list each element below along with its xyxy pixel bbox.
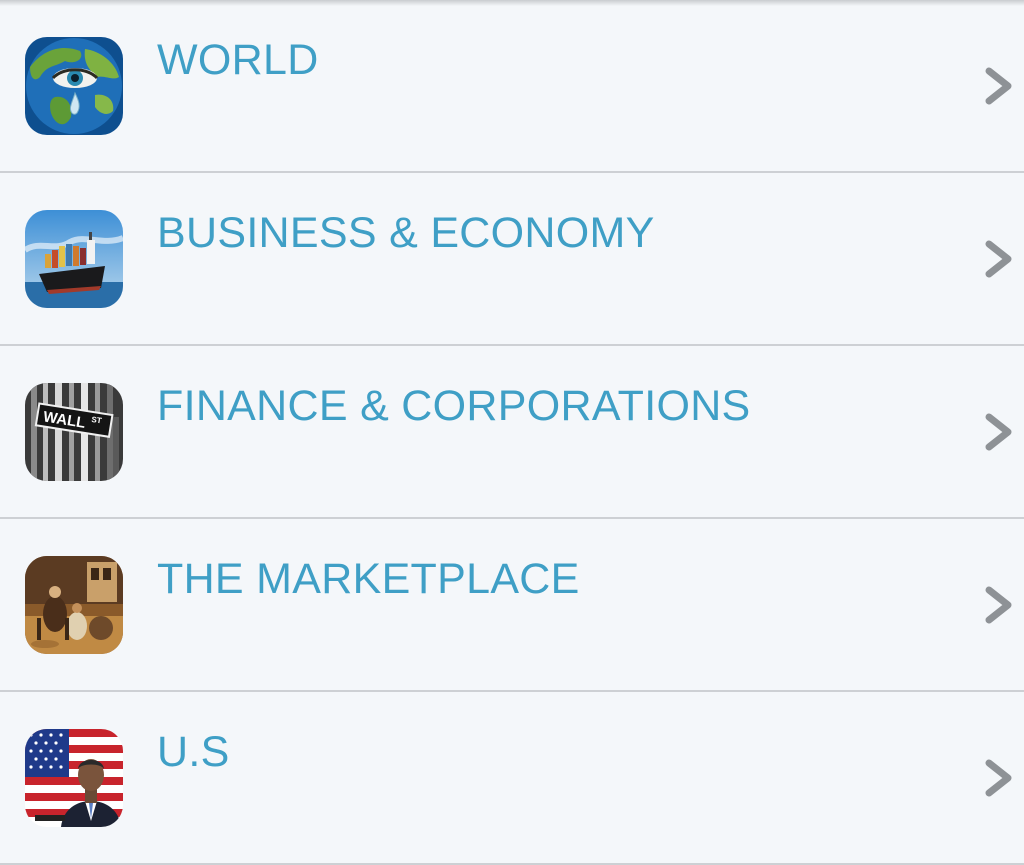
wall-street-sign-icon: WALL ST (25, 383, 123, 481)
bazaar-scene-icon (25, 556, 123, 654)
category-label-finance-corporations: FINANCE & CORPORATIONS (157, 382, 751, 430)
category-label-world: WORLD (157, 36, 319, 84)
category-label-business-economy: BUSINESS & ECONOMY (157, 209, 655, 257)
chevron-right-icon (982, 239, 1016, 279)
us-flag-portrait-icon (25, 729, 123, 827)
category-list: WORLD BUSINESS & ECONOMY WALL ST FINANCE… (0, 0, 1024, 865)
category-row-finance-corporations[interactable]: WALL ST FINANCE & CORPORATIONS (0, 346, 1024, 519)
category-label-us: U.S (157, 728, 230, 776)
category-row-the-marketplace[interactable]: THE MARKETPLACE (0, 519, 1024, 692)
chevron-right-icon (982, 758, 1016, 798)
svg-text:ST: ST (91, 415, 103, 426)
category-label-the-marketplace: THE MARKETPLACE (157, 555, 580, 603)
chevron-right-icon (982, 66, 1016, 106)
world-eye-globe-icon (25, 37, 123, 135)
category-row-business-economy[interactable]: BUSINESS & ECONOMY (0, 173, 1024, 346)
chevron-right-icon (982, 585, 1016, 625)
cargo-ship-icon (25, 210, 123, 308)
category-row-us[interactable]: U.S (0, 692, 1024, 865)
chevron-right-icon (982, 412, 1016, 452)
category-row-world[interactable]: WORLD (0, 0, 1024, 173)
